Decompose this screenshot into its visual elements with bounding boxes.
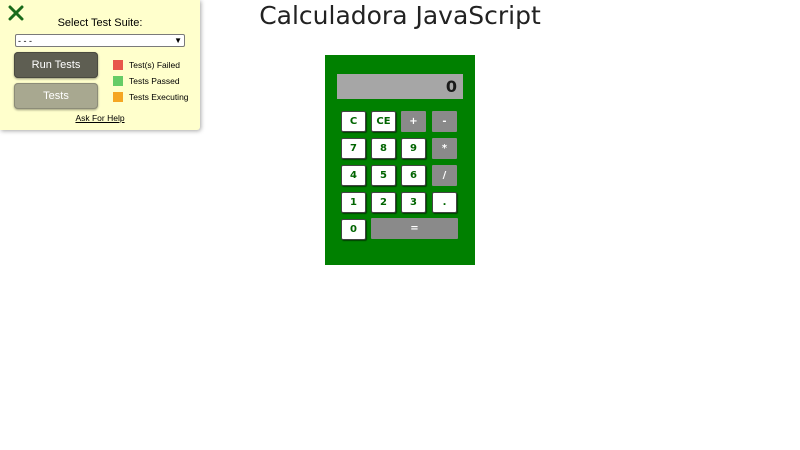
chevron-down-icon: ▼: [174, 35, 182, 45]
test-status-legend: Test(s) Failed Tests Passed Tests Execut…: [113, 57, 189, 105]
test-suite-selected-value: - - -: [18, 35, 32, 46]
legend-item-failed: Test(s) Failed: [113, 57, 189, 73]
tests-button[interactable]: Tests: [14, 83, 98, 109]
run-tests-button[interactable]: Run Tests: [14, 52, 98, 78]
executing-swatch: [113, 92, 123, 102]
legend-item-executing: Tests Executing: [113, 89, 189, 105]
legend-label-passed: Tests Passed: [129, 76, 180, 86]
equals-button[interactable]: =: [371, 218, 458, 239]
passed-swatch: [113, 76, 123, 86]
plus-button[interactable]: +: [401, 111, 426, 132]
ask-for-help-link[interactable]: Ask For Help: [0, 113, 200, 123]
page-title: Calculadora JavaScript: [259, 1, 541, 30]
legend-label-executing: Tests Executing: [129, 92, 189, 102]
failed-swatch: [113, 60, 123, 70]
calculator: 0 C CE + - 7 8 9 * 4 5 6 / 1 2 3 . 0 =: [325, 55, 475, 265]
minus-button[interactable]: -: [432, 111, 457, 132]
decimal-button[interactable]: .: [432, 192, 457, 213]
digit-2-button[interactable]: 2: [371, 192, 396, 213]
digit-7-button[interactable]: 7: [341, 138, 366, 159]
multiply-button[interactable]: *: [432, 138, 457, 159]
digit-6-button[interactable]: 6: [401, 165, 426, 186]
legend-label-failed: Test(s) Failed: [129, 60, 181, 70]
digit-4-button[interactable]: 4: [341, 165, 366, 186]
clear-entry-button[interactable]: CE: [371, 111, 396, 132]
digit-1-button[interactable]: 1: [341, 192, 366, 213]
calculator-display: 0: [337, 74, 463, 99]
digit-5-button[interactable]: 5: [371, 165, 396, 186]
page: Select Test Suite: - - - ▼ Run Tests Tes…: [0, 0, 800, 450]
digit-8-button[interactable]: 8: [371, 138, 396, 159]
legend-item-passed: Tests Passed: [113, 73, 189, 89]
digit-0-button[interactable]: 0: [341, 219, 366, 240]
digit-9-button[interactable]: 9: [401, 138, 426, 159]
digit-3-button[interactable]: 3: [401, 192, 426, 213]
clear-button[interactable]: C: [341, 111, 366, 132]
divide-button[interactable]: /: [432, 165, 457, 186]
test-suite-select[interactable]: - - - ▼: [15, 34, 185, 47]
